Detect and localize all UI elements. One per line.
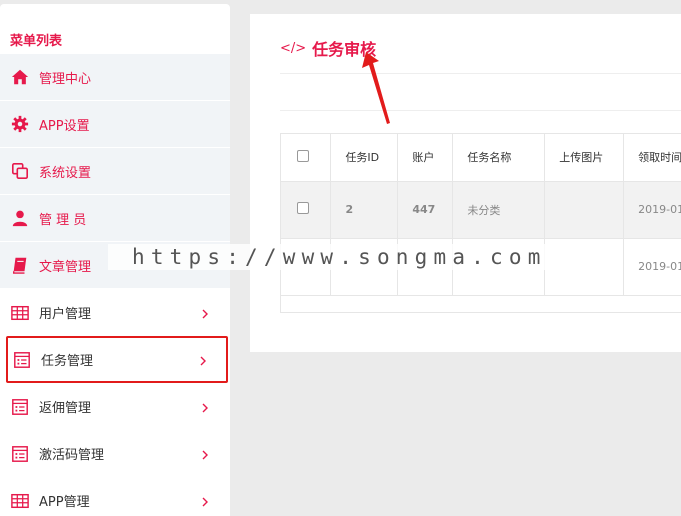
sidebar-item-label: 用户管理 — [39, 307, 92, 322]
sidebar-item-label: 管 理 员 — [39, 212, 87, 228]
code-icon: </> — [280, 40, 307, 56]
sidebar-item-label: 文章管理 — [39, 259, 92, 275]
chevron-right-icon — [198, 355, 208, 365]
sidebar-item-admin[interactable]: 管 理 员 — [0, 195, 230, 242]
chevron-right-icon — [200, 496, 210, 506]
column-header: 上传图片 — [544, 134, 625, 182]
chevron-right-icon — [200, 308, 210, 318]
header-select-all[interactable] — [281, 134, 332, 182]
table-icon — [10, 491, 30, 511]
chevron-right-icon — [200, 449, 210, 459]
sidebar-item-app-settings[interactable]: APP设置 — [0, 101, 230, 148]
cell-upload-image — [544, 181, 625, 239]
list-icon — [10, 444, 30, 464]
table-row[interactable]: 2 447 未分类 2019-01 — [281, 181, 681, 239]
column-header: 任务名称 — [452, 134, 546, 182]
sidebar-item-label: APP设置 — [39, 118, 90, 134]
home-icon — [10, 67, 30, 87]
column-header: 任务ID — [330, 134, 399, 182]
sidebar-item-activation-codes[interactable]: 激活码管理 — [0, 430, 230, 477]
sidebar-item-label: 任务管理 — [41, 354, 94, 369]
select-all-checkbox[interactable] — [297, 149, 309, 162]
copy-icon — [10, 161, 30, 181]
cell-claim-time: 2019-01 — [623, 238, 681, 296]
chevron-right-icon — [200, 402, 210, 412]
list-icon — [10, 397, 30, 417]
list-icon — [12, 350, 32, 370]
user-icon — [10, 208, 30, 228]
sidebar-item-commission[interactable]: 返佣管理 — [0, 383, 230, 430]
divider — [280, 110, 681, 111]
cell-claim-time: 2019-01 — [623, 181, 681, 239]
table-header-row: 任务ID 账户 任务名称 上传图片 领取时间 — [281, 134, 681, 182]
sidebar-item-label: 管理中心 — [39, 71, 92, 87]
table-icon — [10, 303, 30, 323]
sidebar-item-tasks[interactable]: 任务管理 — [6, 336, 228, 383]
sidebar-item-label: 返佣管理 — [39, 401, 92, 416]
book-icon — [10, 255, 30, 275]
row-select[interactable] — [281, 181, 332, 239]
column-header: 领取时间 — [623, 134, 681, 182]
sidebar-item-label: 系统设置 — [39, 165, 92, 181]
column-header: 账户 — [397, 134, 454, 182]
sidebar-item-label: APP管理 — [39, 495, 90, 510]
sidebar-title: 菜单列表 — [10, 34, 63, 49]
sidebar-item-label: 激活码管理 — [39, 448, 105, 463]
gear-icon — [10, 114, 30, 134]
divider — [280, 73, 681, 74]
watermark: https://www.songma.com — [108, 244, 564, 270]
cell-task-id: 2 — [330, 181, 399, 239]
task-table: 任务ID 账户 任务名称 上传图片 领取时间 2 447 未分类 2019-01 — [280, 133, 681, 313]
sidebar-item-management-center[interactable]: 管理中心 — [0, 54, 230, 101]
sidebar-item-users[interactable]: 用户管理 — [0, 289, 230, 336]
annotation-arrow-icon — [362, 52, 390, 124]
row-checkbox[interactable] — [297, 202, 309, 214]
cell-task-name: 未分类 — [452, 181, 546, 239]
sidebar-item-system-settings[interactable]: 系统设置 — [0, 148, 230, 195]
task-review-panel: </> 任务审核 任务ID 账户 任务名称 上传图片 领取时间 2 447 未分… — [250, 14, 681, 352]
cell-account: 447 — [397, 181, 454, 239]
sidebar-item-app-management[interactable]: APP管理 — [0, 477, 230, 516]
